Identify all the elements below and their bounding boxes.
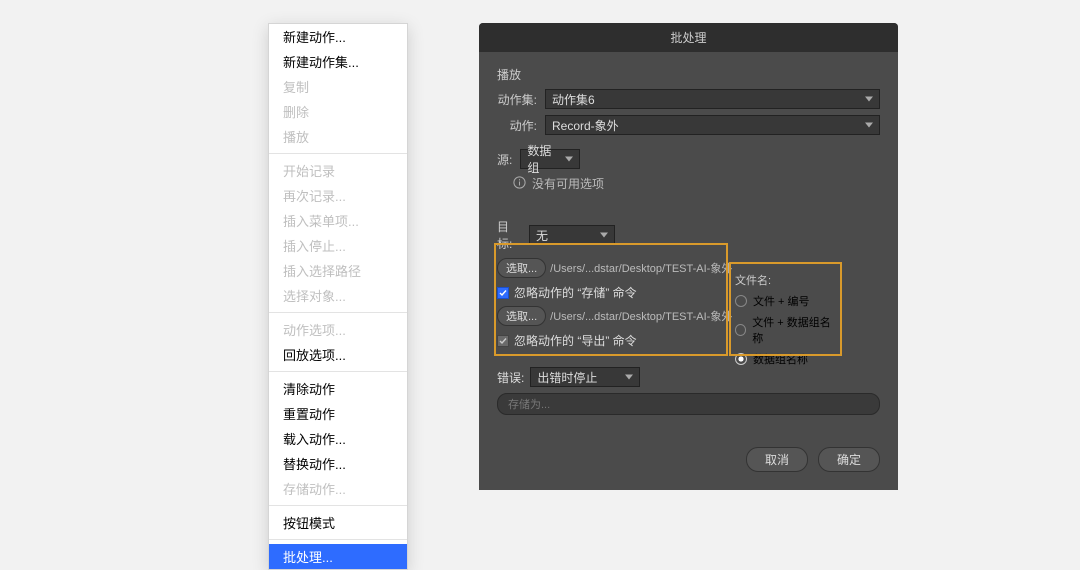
action-label: 动作: [497, 117, 545, 134]
source-select[interactable]: 数据组 [520, 149, 580, 169]
menu-item: 复制 [269, 74, 407, 99]
menu-item: 插入选择路径 [269, 258, 407, 283]
batch-dialog: 批处理 播放 动作集: 动作集6 动作: Record-象外 源: 数据组 没有… [479, 23, 898, 490]
ok-button[interactable]: 确定 [818, 447, 880, 472]
action-set-label: 动作集: [497, 91, 545, 108]
filename-group: 文件名: 文件 + 编号 文件 + 数据组名称 数据组名称 [735, 272, 835, 372]
menu-item[interactable]: 批处理... [269, 544, 407, 569]
filename-radio-3[interactable] [735, 353, 747, 365]
source-label: 源: [497, 151, 520, 168]
actions-context-menu: 新建动作...新建动作集...复制删除播放开始记录再次记录...插入菜单项...… [268, 23, 408, 570]
action-set-select[interactable]: 动作集6 [545, 89, 880, 109]
error-label: 错误: [497, 369, 524, 386]
error-select[interactable]: 出错时停止 [530, 367, 640, 387]
menu-item: 删除 [269, 99, 407, 124]
info-icon [513, 176, 526, 192]
menu-item: 动作选项... [269, 317, 407, 342]
menu-item[interactable]: 替换动作... [269, 451, 407, 476]
choose-folder-button-1[interactable]: 选取... [497, 258, 546, 278]
menu-item[interactable]: 按钮模式 [269, 510, 407, 535]
target-path-1: /Users/...dstar/Desktop/TEST-AI-象外 [550, 260, 732, 276]
cancel-button[interactable]: 取消 [746, 447, 808, 472]
menu-item[interactable]: 回放选项... [269, 342, 407, 367]
target-path-2: /Users/...dstar/Desktop/TEST-AI-象外 [550, 308, 732, 324]
filename-label: 文件名: [735, 272, 835, 288]
menu-item: 播放 [269, 124, 407, 149]
filename-radio-1[interactable] [735, 295, 747, 307]
choose-folder-button-2[interactable]: 选取... [497, 306, 546, 326]
menu-item: 选择对象... [269, 283, 407, 308]
override-save-label: 忽略动作的 “存储” 命令 [514, 284, 637, 301]
menu-item[interactable]: 新建动作... [269, 24, 407, 49]
menu-item[interactable]: 重置动作 [269, 401, 407, 426]
menu-item: 存储动作... [269, 476, 407, 501]
save-as-button: 存储为... [497, 393, 880, 415]
menu-item[interactable]: 新建动作集... [269, 49, 407, 74]
menu-item[interactable]: 载入动作... [269, 426, 407, 451]
play-section-title: 播放 [497, 66, 880, 83]
override-save-checkbox[interactable] [497, 287, 509, 299]
action-select[interactable]: Record-象外 [545, 115, 880, 135]
target-label: 目标: [497, 218, 529, 252]
menu-item: 插入停止... [269, 233, 407, 258]
menu-item: 再次记录... [269, 183, 407, 208]
target-select[interactable]: 无 [529, 225, 615, 245]
menu-item: 插入菜单项... [269, 208, 407, 233]
no-options-text: 没有可用选项 [532, 175, 604, 192]
override-export-label: 忽略动作的 “导出” 命令 [514, 332, 637, 349]
dialog-title: 批处理 [479, 23, 898, 52]
menu-item: 开始记录 [269, 158, 407, 183]
filename-radio-2[interactable] [735, 324, 746, 336]
override-export-checkbox[interactable] [497, 335, 509, 347]
menu-item[interactable]: 清除动作 [269, 376, 407, 401]
